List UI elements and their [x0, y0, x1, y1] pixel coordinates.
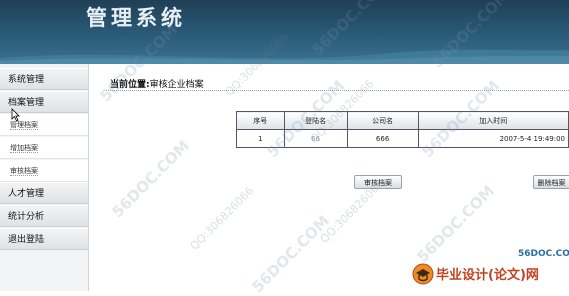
header-banner: 管理系统 — [0, 0, 569, 64]
submenu-add-archive-label: 增加档案 — [10, 144, 38, 153]
sidebar: 系统管理 档案管理 管理档案 增加档案 审核档案 人才管理 统计分析 退出登陆 — [0, 64, 89, 291]
approve-archive-button[interactable]: 审核档案 — [354, 175, 402, 189]
menu-logout[interactable]: 退出登陆 — [0, 228, 88, 250]
submenu-add-archive[interactable]: 增加档案 — [0, 137, 88, 159]
logo-site-text: 56DOC.COM — [518, 249, 569, 259]
logo-brand-text: 毕业设计(论文)网 — [436, 268, 539, 283]
column-header-login: 登陆名 — [283, 111, 348, 130]
delete-archive-button[interactable]: 删除档案 — [533, 175, 569, 189]
cell-company: 666 — [346, 129, 419, 148]
app-title: 管理系统 — [86, 5, 186, 30]
location-label: 当前位置: — [110, 80, 150, 90]
menu-statistics[interactable]: 统计分析 — [0, 205, 88, 227]
breadcrumb: 当前位置:审核企业档案 — [110, 77, 204, 90]
menu-talent-management[interactable]: 人才管理 — [0, 182, 88, 204]
table-row[interactable]: 1 66 666 2007-5-4 19:49:00 — [236, 129, 569, 148]
column-header-time: 加入时间 — [417, 111, 569, 130]
column-header-index: 序号 — [236, 111, 285, 130]
column-header-company: 公司名 — [346, 111, 419, 130]
submenu-manage-archive-label: 管理档案 — [10, 121, 38, 130]
watermark-site: 56DOC.COM — [248, 211, 333, 296]
cell-index: 1 — [236, 129, 285, 148]
site-logo: 56DOC.COM 毕业设计(论文)网 — [410, 249, 569, 291]
watermark-qq: QQ:306826066 — [187, 184, 257, 253]
cell-login: 66 — [283, 129, 348, 148]
mouse-pointer-icon — [11, 108, 20, 122]
submenu-review-archive-label: 审核档案 — [10, 167, 38, 176]
header-wave-decoration — [0, 49, 569, 64]
table-header-row: 序号 登陆名 公司名 加入时间 — [236, 111, 569, 130]
watermark-site: 56DOC.COM — [108, 136, 193, 222]
cell-time: 2007-5-4 19:49:00 — [417, 129, 569, 148]
archive-table: 序号 登陆名 公司名 加入时间 1 66 666 2007-5-4 19:49:… — [236, 111, 569, 148]
location-divider — [106, 90, 569, 92]
submenu-review-archive[interactable]: 审核档案 — [0, 160, 88, 182]
location-value: 审核企业档案 — [149, 80, 204, 90]
menu-system-management[interactable]: 系统管理 — [0, 68, 88, 90]
graduation-badge-icon — [412, 263, 434, 285]
